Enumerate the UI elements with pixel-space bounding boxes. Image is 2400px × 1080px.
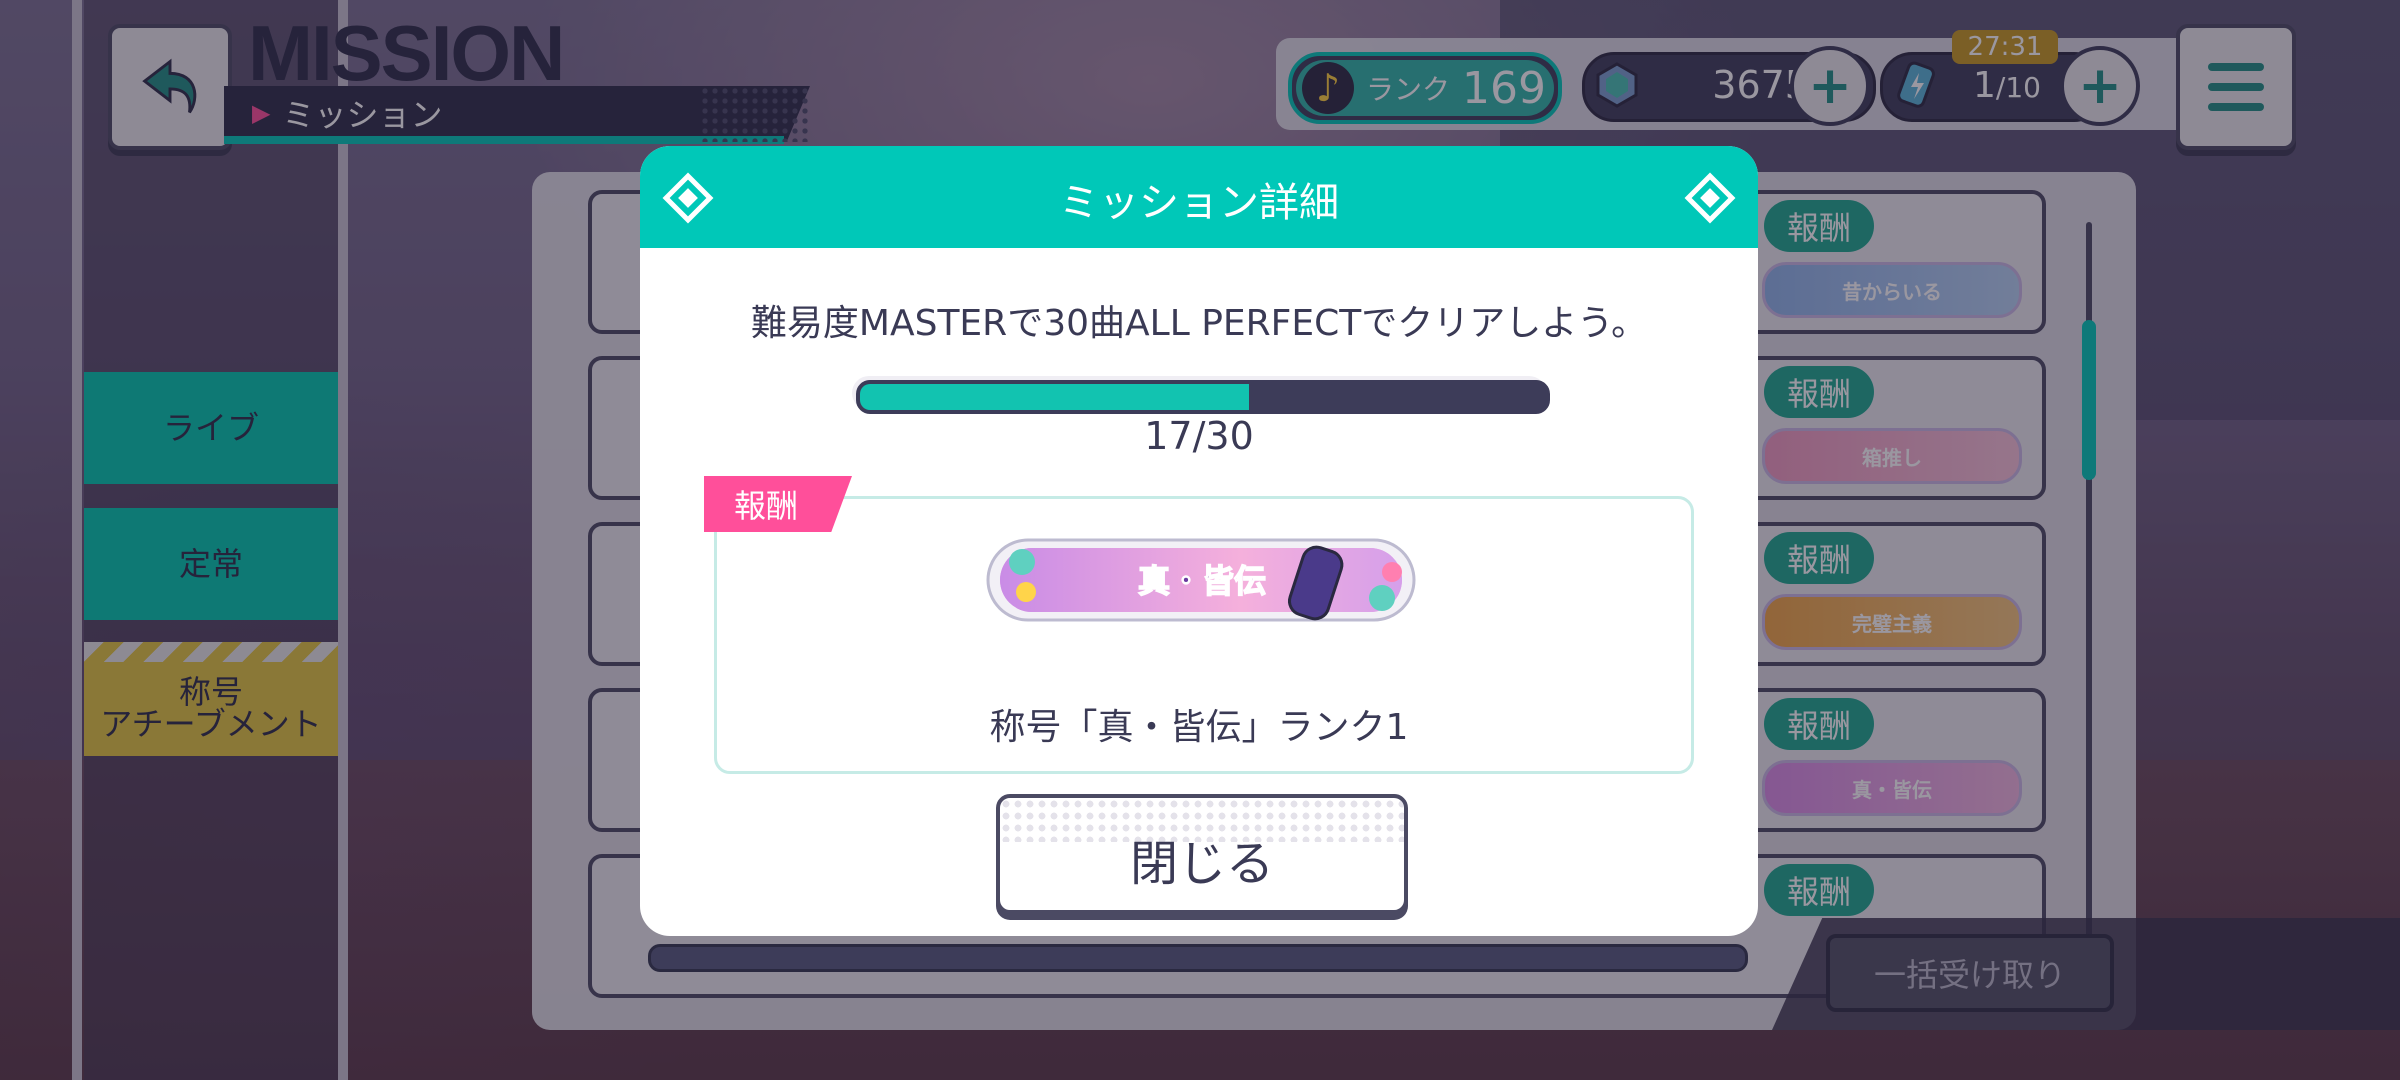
title-plate-image: 真・皆伝 xyxy=(986,538,1416,622)
title-plate-text: 真・皆伝 xyxy=(1138,562,1266,600)
modal-title: ミッション詳細 xyxy=(1059,180,1339,226)
close-button[interactable]: 閉じる xyxy=(996,794,1408,914)
mission-description: 難易度MASTERで30曲ALL PERFECTでクリアしよう。 xyxy=(750,303,1648,344)
close-button-label: 閉じる xyxy=(1129,836,1274,892)
mission-detail-modal: ミッション詳細 難易度MASTERで30曲ALL PERFECTでクリアしよう。… xyxy=(640,146,1758,936)
modal-header: ミッション詳細 xyxy=(640,146,1758,248)
reward-tag: 報酬 xyxy=(704,476,852,532)
modal-bottom-bar xyxy=(648,944,1748,972)
reward-name: 称号「真・皆伝」ランク1 xyxy=(989,707,1409,748)
progress-count: 17/30 xyxy=(1144,414,1254,458)
mission-progress-bar xyxy=(856,380,1550,414)
progress-fill xyxy=(860,384,1249,410)
